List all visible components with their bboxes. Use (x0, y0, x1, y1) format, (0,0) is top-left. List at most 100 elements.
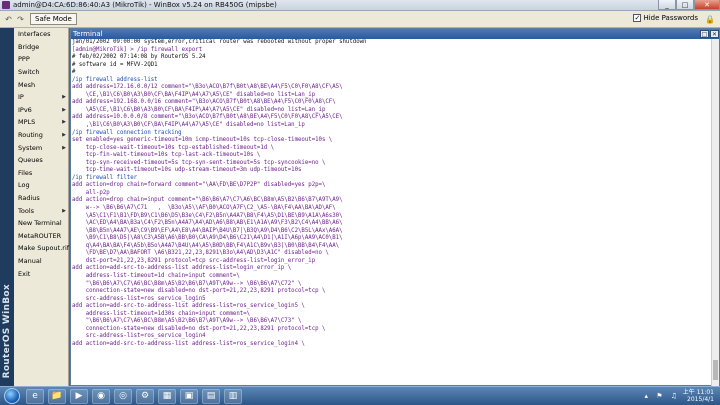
tray-icons[interactable]: ▴ ⚑ ♫ (644, 392, 680, 400)
sidebar-item-mpls[interactable]: MPLS ▶ (14, 116, 68, 129)
sidebar-item-label: MPLS (18, 118, 36, 127)
terminal-line: add action=add-src-to-address-list addre… (72, 265, 292, 272)
clock[interactable]: 上午 11:01 2015/4/1 (683, 389, 714, 403)
app-icon-3[interactable]: ▥ (224, 388, 242, 404)
close-button[interactable]: ✕ (694, 0, 720, 10)
terminal-line: q\A4\BA\BA\F4\A5b\B5o\A4A7\B4U\A4\A5\B0D… (72, 242, 340, 249)
sidebar-item-files[interactable]: Files (14, 167, 68, 180)
terminal-line: jan/01/2002 09:00:00 system,error,critic… (72, 39, 367, 45)
terminal-line: add address=192.168.0.0/16 comment="\B3o… (72, 99, 336, 106)
sidebar-item-metarouter[interactable]: MetaROUTER (14, 230, 68, 243)
explorer-icon[interactable]: 📁 (48, 388, 66, 404)
terminal-line: \A5\C1\F1\B1\FD\B9\C1\B6\D5\B3e\C4\F2\B5… (72, 212, 343, 219)
sidebar-item-ipv6[interactable]: IPv6 ▶ (14, 104, 68, 117)
toolbar: ↶ ↷ Safe Mode ✓ Hide Passwords 🔒 (0, 11, 720, 28)
sidebar-item-interfaces[interactable]: Interfaces (14, 28, 68, 41)
hide-passwords-checkbox[interactable]: ✓ (633, 14, 642, 22)
sidebar-item-make-supout-rif[interactable]: Make Supout.rif (14, 242, 69, 255)
terminal-line: address-list-timeout=1d chain=input comm… (72, 272, 240, 279)
sidebar-item-ip[interactable]: IP ▶ (14, 91, 68, 104)
terminal-line: "\B6\B6\A7\C7\A6\BC\B8m\A5\B2\B6\B7\A9T\… (72, 280, 302, 287)
terminal-line: add action=drop chain=forward comment="\… (72, 182, 326, 189)
terminal-line: /ip firewall filter (72, 174, 138, 181)
terminal-close-button[interactable]: ✕ (710, 30, 719, 39)
terminal-line: connection-state=new disabled=no dst-por… (72, 288, 326, 295)
sidebar-item-queues[interactable]: Queues (14, 154, 68, 167)
terminal-line: "\B6\B6\A7\C7\A6\BC\B8m\A5\B2\B6\B7\A9T\… (72, 318, 302, 325)
sidebar-item-bridge[interactable]: Bridge (14, 41, 68, 54)
sidebar-item-label: IPv6 (18, 105, 32, 114)
safe-mode-button[interactable]: Safe Mode (30, 13, 77, 25)
scrollbar-thumb[interactable] (713, 360, 718, 380)
chevron-right-icon: ▶ (62, 144, 66, 151)
sidebar-item-mesh[interactable]: Mesh (14, 78, 68, 91)
undo-icon[interactable]: ↶ (4, 15, 13, 24)
app-icon[interactable]: ▣ (180, 388, 198, 404)
terminal-line: tcp-fin-wait-timeout=10s tcp-last-ack-ti… (72, 152, 261, 159)
sidebar-item-label: IP (18, 93, 24, 102)
sidebar-item-label: Queues (18, 156, 43, 165)
sidebar-item-new-terminal[interactable]: New Terminal (14, 217, 68, 230)
maximize-button[interactable]: □ (676, 0, 694, 10)
tool-icon[interactable]: ⚙ (136, 388, 154, 404)
sidebar-item-label: Interfaces (18, 30, 51, 39)
terminal-line: add action=add-src-to-address-list addre… (72, 340, 305, 347)
winbox-app-icon (2, 1, 10, 9)
minimize-button[interactable]: _ (658, 0, 676, 10)
sidebar-item-tools[interactable]: Tools ▶ (14, 204, 68, 217)
sidebar-item-routing[interactable]: Routing ▶ (14, 129, 68, 142)
sidebar-item-switch[interactable]: Switch (14, 66, 68, 79)
start-button[interactable] (4, 388, 20, 404)
sidebar-item-radius[interactable]: Radius (14, 192, 68, 205)
terminal-scrollbar[interactable] (711, 39, 719, 386)
sidebar-item-manual[interactable]: Manual (14, 255, 68, 268)
terminal-line: connection-state=new disabled=no dst-por… (72, 325, 326, 332)
redo-icon[interactable]: ↷ (16, 15, 25, 24)
sidebar-item-system[interactable]: System ▶ (14, 141, 68, 154)
chevron-right-icon: ▶ (62, 132, 66, 139)
sidebar-item-ppp[interactable]: PPP (14, 53, 68, 66)
ie-icon[interactable]: e (26, 388, 44, 404)
terminal-output[interactable]: jan/01/2002 09:00:00 system,error,critic… (71, 39, 711, 386)
terminal-titlebar[interactable]: Terminal □ ✕ (71, 29, 719, 39)
sidebar-item-label: Manual (18, 256, 42, 265)
terminal-line: address-list-timeout=1d30s chain=input c… (72, 310, 251, 317)
terminal-line: tcp-close-wait-timeout=10s tcp-establish… (72, 144, 275, 151)
terminal-line: # (72, 69, 76, 76)
terminal-line: ,\B1\C6\B0\A3\B0\CF\BA\F4IP\A4\A7\A5\CE"… (72, 122, 305, 129)
sidebar-item-label: MetaROUTER (18, 231, 62, 240)
terminal-line: [admin@MikroTik] > /ip firewall export (72, 46, 203, 53)
chevron-right-icon: ▶ (62, 106, 66, 113)
terminal-line: w--> \B6\B6\A7\C71 , \B3o\A5\\AF\B0\ACO\… (72, 205, 336, 212)
terminal-restore-button[interactable]: □ (700, 30, 709, 39)
firefox-icon[interactable]: ◉ (92, 388, 110, 404)
terminal-line: add address=172.16.0.0/12 comment="\B3o\… (72, 84, 343, 91)
sidebar-item-label: Mesh (18, 80, 36, 89)
terminal-line: tcp-time-wait-timeout=10s udp-stream-tim… (72, 167, 302, 174)
terminal-line: # software id = MFVV-2QD1 (72, 61, 158, 68)
terminal-line: set enabled=yes generic-timeout=10m icmp… (72, 137, 333, 144)
sidebar-item-exit[interactable]: Exit (14, 267, 68, 280)
sidebar-item-label: Routing (18, 131, 43, 140)
sidebar-item-label: Radius (18, 194, 40, 203)
sidebar-item-label: Files (18, 168, 33, 177)
terminal-line: dst-port=21,22,23,8291 protocol=tcp src-… (72, 257, 316, 264)
chrome-icon[interactable]: ◎ (114, 388, 132, 404)
sidebar-item-label: New Terminal (18, 219, 62, 228)
chevron-right-icon: ▶ (62, 94, 66, 101)
window-titlebar[interactable]: admin@D4:CA:6D:86:40:A3 (MikroTik) - Win… (0, 0, 720, 11)
terminal-line: add action=add-src-to-address-list addre… (72, 303, 305, 310)
terminal-line: \FD\BE\D7\AA\BAFORT \A6\B321,22,23,8291\… (72, 250, 329, 257)
sidebar-item-log[interactable]: Log (14, 179, 68, 192)
app-icon-2[interactable]: ▤ (202, 388, 220, 404)
terminal-line: add action=drop chain=input comment="\B6… (72, 197, 343, 204)
sidebar-item-label: System (18, 143, 43, 152)
media-icon[interactable]: ▶ (70, 388, 88, 404)
sidebar-item-label: Bridge (18, 42, 40, 51)
sidebar-menu: Interfaces Bridge PPP Switch Mesh IP ▶ IPv6 ▶ MPL… (14, 28, 69, 386)
hide-passwords-toggle[interactable]: ✓ Hide Passwords (633, 14, 698, 22)
terminal-line: tcp-syn-received-timeout=5s tcp-syn-sent… (72, 159, 326, 166)
winbox-icon[interactable]: ▦ (158, 388, 176, 404)
hide-passwords-label: Hide Passwords (643, 14, 698, 22)
taskbar: e 📁 ▶ ◉ ◎ ⚙ ▦ ▣ ▤ ▥ ▴ ⚑ ♫ 上午 11:01 2015/4/1 (0, 386, 720, 405)
